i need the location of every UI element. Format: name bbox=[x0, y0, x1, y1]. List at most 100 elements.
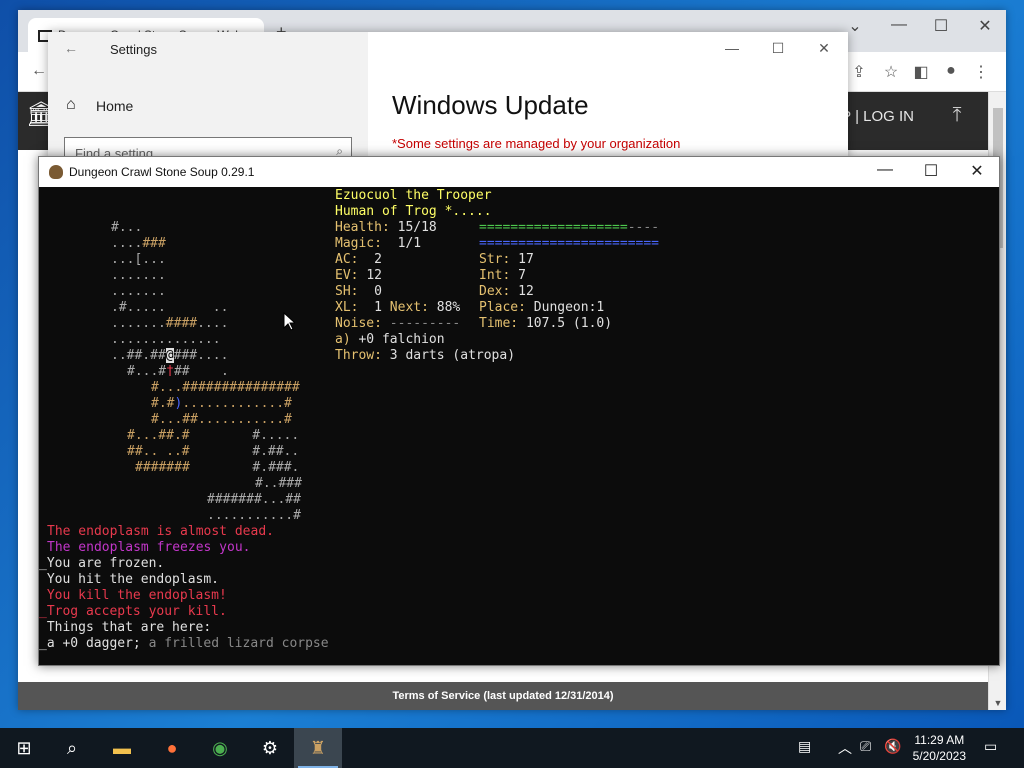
player-at-symbol: @ bbox=[165, 348, 174, 363]
int-value: 7 bbox=[518, 268, 526, 283]
dex-value: 12 bbox=[518, 284, 534, 299]
close-icon[interactable]: ✕ bbox=[957, 161, 997, 181]
map-row: ...[... bbox=[111, 252, 166, 267]
map-wall: ### bbox=[142, 236, 166, 251]
time-value: 107.5 (1.0) bbox=[525, 316, 613, 331]
map-floor: .... bbox=[197, 316, 229, 331]
news-widget-icon[interactable]: ▤ bbox=[798, 738, 811, 755]
network-icon[interactable]: ⎚ bbox=[860, 738, 871, 755]
message-line: You kill the endoplasm! bbox=[39, 588, 227, 603]
site-footer[interactable]: Terms of Service (last updated 12/31/201… bbox=[18, 682, 988, 710]
health-bar-fill: =================== bbox=[479, 220, 628, 235]
taskbar: ⊞ ⌕ ▬ ● ◉ ⚙ ♜ ▤ ︿ ⎚ 🔇 11:29 AM 5/20/2023… bbox=[0, 728, 1024, 768]
maximize-icon[interactable]: ☐ bbox=[768, 40, 788, 57]
place-label: Place: bbox=[479, 300, 526, 315]
scroll-top-icon[interactable]: ⤒ bbox=[942, 104, 972, 127]
search-icon[interactable]: ⌕ bbox=[48, 728, 96, 768]
weapon-slot: a) bbox=[335, 332, 351, 347]
dex-label: Dex: bbox=[479, 284, 511, 299]
clock-time: 11:29 AM bbox=[914, 733, 965, 747]
weapon-line: a) +0 falchion bbox=[335, 332, 445, 348]
close-icon[interactable]: ✕ bbox=[970, 16, 1000, 36]
map-row: .#..... .. bbox=[111, 300, 228, 316]
map-floor: #.###. bbox=[252, 460, 300, 475]
xl-line: XL: 1 Next: 88% bbox=[335, 300, 460, 316]
int-label: Int: bbox=[479, 268, 511, 283]
character-species-god: Human of Trog *..... bbox=[335, 204, 492, 219]
system-clock[interactable]: 11:29 AM 5/20/2023 bbox=[913, 732, 966, 764]
firefox-icon[interactable]: ● bbox=[148, 728, 196, 768]
game-terminal[interactable]: Ezuocuol the Trooper Human of Trog *....… bbox=[39, 188, 993, 666]
mouse-cursor-icon bbox=[283, 312, 295, 331]
map-floor: ###.... bbox=[173, 348, 229, 363]
map-wall: #### bbox=[165, 316, 198, 331]
side-panel-icon[interactable]: ◧ bbox=[910, 62, 932, 82]
settings-title: Settings bbox=[110, 42, 157, 57]
back-arrow-icon[interactable]: ← bbox=[64, 40, 78, 56]
chrome-icon[interactable]: ◉ bbox=[196, 728, 244, 768]
volume-muted-icon[interactable]: 🔇 bbox=[884, 738, 901, 755]
ac-line: AC: 2 bbox=[335, 252, 382, 268]
scroll-down-arrow-icon[interactable]: ▼ bbox=[989, 698, 1006, 708]
home-icon[interactable]: ⌂ bbox=[66, 96, 76, 114]
map-row: #.#).............# bbox=[151, 396, 292, 412]
magic-value: 1/1 bbox=[397, 236, 422, 251]
settings-gear-icon[interactable]: ⚙ bbox=[246, 728, 294, 768]
back-arrow-icon[interactable]: ← bbox=[28, 62, 50, 80]
map-corpse: † bbox=[166, 364, 174, 379]
sh-label: SH: bbox=[335, 284, 359, 299]
map-row: .............. bbox=[111, 332, 221, 347]
settings-home-link[interactable]: Home bbox=[96, 98, 133, 114]
map-row: #...##.# #..... bbox=[127, 428, 299, 444]
show-hidden-icons-icon[interactable]: ︿ bbox=[838, 738, 852, 758]
health-bar-empty: ---- bbox=[627, 220, 660, 235]
time-label: Time: bbox=[479, 316, 519, 331]
xl-value: 1 bbox=[374, 300, 382, 315]
map-row: ....### bbox=[111, 236, 166, 252]
map-floor: . bbox=[220, 364, 229, 379]
ev-value: 12 bbox=[366, 268, 382, 283]
message-line: You hit the endoplasm. bbox=[39, 572, 220, 587]
place-line: Place: Dungeon:1 bbox=[479, 300, 604, 316]
dcss-taskbar-icon[interactable]: ♜ bbox=[294, 728, 342, 768]
map-row: ....... bbox=[111, 284, 166, 299]
settings-search-input[interactable]: Find a setting ⌕ bbox=[64, 137, 352, 158]
share-icon[interactable]: ⇪ bbox=[848, 62, 870, 82]
bookmark-star-icon[interactable]: ☆ bbox=[880, 62, 902, 82]
magic-label: Magic: bbox=[335, 236, 382, 251]
minimize-icon[interactable]: — bbox=[865, 161, 905, 179]
profile-avatar-icon[interactable]: ● bbox=[940, 62, 962, 80]
map-row: ....... bbox=[111, 268, 166, 283]
magic-bar: ======================= bbox=[479, 236, 660, 251]
throw-label: Throw: bbox=[335, 348, 382, 363]
notification-icon[interactable]: ▭ bbox=[984, 738, 997, 755]
minimize-icon[interactable]: — bbox=[884, 16, 914, 34]
health-value: 15/18 bbox=[397, 220, 437, 235]
message-line: Things that are here: bbox=[39, 620, 212, 635]
next-label: Next: bbox=[389, 300, 429, 315]
health-line: Health: 15/18 bbox=[335, 220, 437, 236]
map-row: ..##.##@###.... bbox=[111, 348, 228, 364]
dcss-window-title: Dungeon Crawl Stone Soup 0.29.1 bbox=[69, 165, 255, 179]
kebab-menu-icon[interactable]: ⋮ bbox=[970, 62, 992, 82]
close-icon[interactable]: ✕ bbox=[814, 40, 834, 57]
ev-label: EV: bbox=[335, 268, 359, 283]
minimize-icon[interactable]: — bbox=[722, 40, 742, 56]
floor-corpse: a frilled lizard corpse bbox=[140, 636, 329, 651]
floor-item: _a +0 dagger; bbox=[39, 636, 141, 651]
map-floor: .............# bbox=[182, 396, 292, 411]
maximize-icon[interactable]: ☐ bbox=[911, 161, 951, 181]
start-button-icon[interactable]: ⊞ bbox=[0, 728, 48, 768]
message-line: _a +0 dagger; a frilled lizard corpse bbox=[39, 636, 329, 652]
maximize-icon[interactable]: ☐ bbox=[926, 16, 956, 36]
page-title: Windows Update bbox=[392, 90, 589, 120]
dcss-titlebar: Dungeon Crawl Stone Soup 0.29.1 — ☐ ✕ bbox=[39, 157, 999, 187]
map-floor: ..##.## bbox=[111, 348, 166, 363]
map-row: #...############### bbox=[151, 380, 300, 395]
map-row: ...........# bbox=[207, 508, 301, 523]
weapon-name: +0 falchion bbox=[358, 332, 445, 347]
message-line: _Trog accepts your kill. bbox=[39, 604, 227, 619]
file-explorer-icon[interactable]: ▬ bbox=[98, 728, 146, 768]
managed-notice[interactable]: *Some settings are managed by your organ… bbox=[392, 136, 680, 151]
health-bar: ===================---- bbox=[479, 220, 659, 236]
